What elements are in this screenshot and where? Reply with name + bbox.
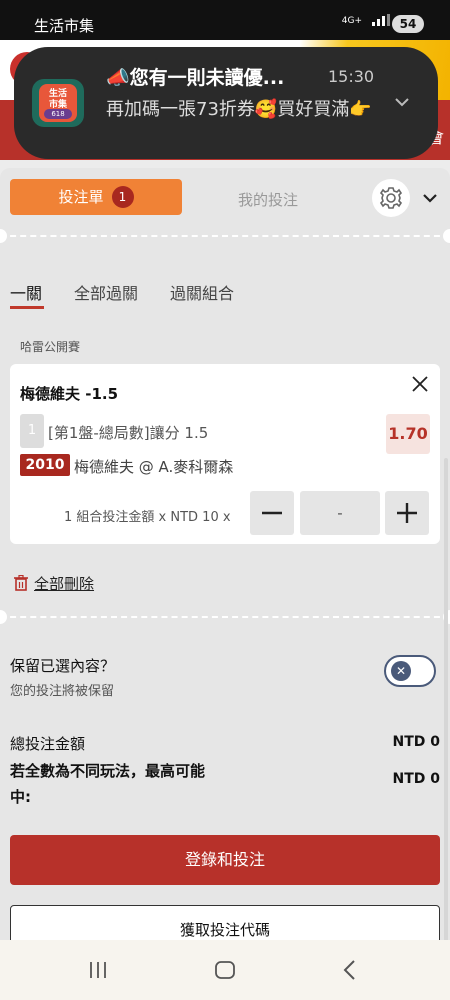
- keep-selection-subtitle: 您的投注將被保留: [10, 684, 115, 699]
- stake-input[interactable]: -: [300, 491, 380, 535]
- subtab-all-parlay[interactable]: 全部過關: [74, 280, 138, 304]
- system-nav-bar: [0, 940, 450, 1000]
- settings-button[interactable]: [372, 179, 410, 217]
- delete-all-label: 全部刪除: [34, 575, 95, 593]
- signal-icon: [372, 14, 390, 29]
- delete-all-button[interactable]: 全部刪除: [14, 573, 94, 594]
- battery-indicator: 54: [392, 15, 424, 33]
- subtab-single[interactable]: 一關: [10, 280, 42, 304]
- match-name: 梅德維夫 @ A.麥科爾森: [74, 458, 234, 476]
- notification-time: 15:30: [328, 67, 375, 86]
- chevron-down-icon[interactable]: [394, 91, 410, 112]
- collapse-chevron-icon[interactable]: [420, 188, 440, 208]
- status-app-name: 生活市集: [34, 17, 95, 35]
- notification-body: 再加碼一張73折券🥰買好買滿👉: [106, 99, 372, 120]
- selection-name: 梅德維夫 -1.5: [20, 385, 119, 403]
- scrollbar[interactable]: [444, 458, 448, 978]
- notification-app-icon: 生活 市集 618: [32, 79, 84, 127]
- tournament-name: 哈雷公開賽: [20, 340, 81, 354]
- keep-selection-title: 保留已選內容？: [10, 657, 116, 675]
- tab-my-bets[interactable]: 我的投注: [238, 189, 298, 210]
- plus-icon: [397, 503, 417, 523]
- gear-icon: [379, 187, 403, 209]
- status-bar: 生活市集 4G+ 54: [0, 0, 450, 40]
- bet-selection-card: 梅德維夫 -1.5 1 [第1盤-總局數]讓分 1.5 1.70 2010 梅德…: [10, 364, 440, 544]
- active-tab-underline: [10, 306, 44, 309]
- app-icon-tag: 618: [44, 109, 72, 119]
- home-icon[interactable]: [213, 958, 237, 982]
- market-name: [第1盤-總局數]讓分 1.5: [48, 424, 209, 442]
- login-and-bet-button[interactable]: 登錄和投注: [10, 835, 440, 885]
- divider: [0, 610, 450, 624]
- decrease-stake-button[interactable]: [250, 491, 294, 535]
- divider: [0, 229, 450, 243]
- tab-betslip-label: 投注單: [58, 188, 104, 206]
- recent-apps-icon[interactable]: [86, 958, 110, 982]
- total-stake-label: 總投注金額: [10, 735, 86, 753]
- max-win-label: 若全數為不同玩法，最高可能中:: [10, 762, 206, 806]
- trash-icon: [14, 575, 28, 591]
- betslip-panel: 投注單 1 我的投注 一關 全部過關 過關組合 哈雷公開賽 梅德維夫 -1.5 1…: [0, 168, 450, 978]
- max-win-value: NTD 0: [392, 771, 440, 787]
- tab-betslip[interactable]: 投注單 1: [10, 179, 182, 215]
- back-icon[interactable]: [338, 958, 362, 982]
- minus-icon: [262, 511, 282, 515]
- notification-title: 📣您有一則未讀優...: [106, 67, 285, 89]
- odds-value: 1.70: [386, 414, 430, 454]
- subtab-parlay-combo[interactable]: 過關組合: [170, 280, 234, 304]
- close-icon[interactable]: [410, 374, 430, 394]
- stake-amount-label: 1 組合投注金額 x NTD 10 x: [64, 510, 231, 525]
- keep-selection-toggle[interactable]: ✕: [384, 655, 436, 687]
- leg-number: 1: [20, 414, 44, 448]
- total-stake-value: NTD 0: [392, 734, 440, 750]
- increase-stake-button[interactable]: [385, 491, 429, 535]
- network-type: 4G+: [341, 16, 362, 26]
- push-notification[interactable]: 生活 市集 618 📣您有一則未讀優... 15:30 再加碼一張73折券🥰買好買…: [14, 47, 438, 159]
- toggle-off-icon: ✕: [391, 661, 411, 681]
- betslip-count-badge: 1: [111, 185, 134, 208]
- match-code-badge: 2010: [20, 454, 70, 476]
